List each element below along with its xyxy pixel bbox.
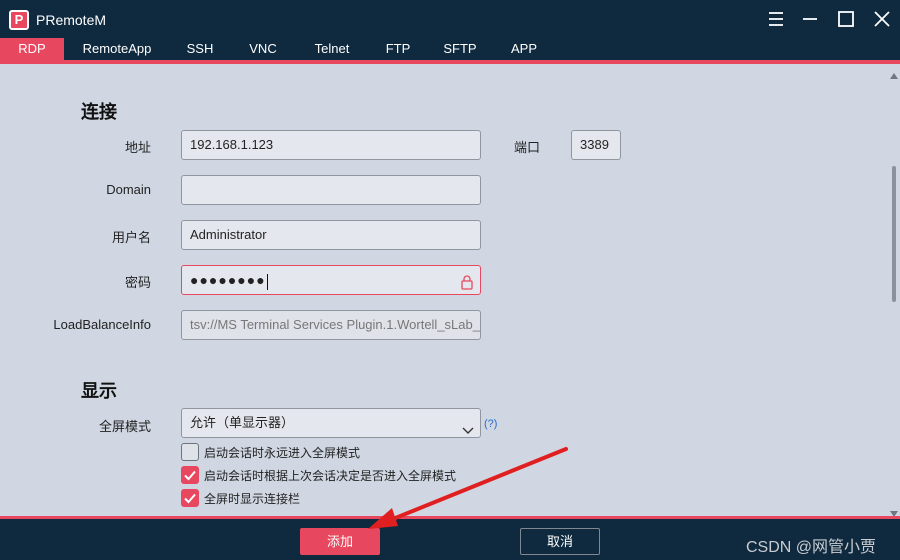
cancel-button[interactable]: 取消 bbox=[520, 528, 600, 555]
port-input[interactable]: 3389 bbox=[571, 130, 621, 160]
tab-remoteapp[interactable]: RemoteApp bbox=[72, 38, 162, 60]
minimize-icon[interactable] bbox=[796, 6, 824, 32]
tab-rdp[interactable]: RDP bbox=[0, 38, 64, 60]
scroll-down-icon[interactable] bbox=[890, 504, 898, 517]
tab-vnc[interactable]: VNC bbox=[240, 38, 286, 60]
app-title: PRemoteM bbox=[36, 12, 107, 28]
checkbox-always-fullscreen[interactable] bbox=[181, 443, 199, 461]
protocol-tab-bar: RDP RemoteApp SSH VNC Telnet FTP SFTP AP… bbox=[0, 38, 900, 64]
option-last-session-fullscreen-label: 启动会话时根据上次会话决定是否进入全屏模式 bbox=[204, 469, 457, 483]
checkbox-last-session-fullscreen[interactable] bbox=[181, 466, 199, 484]
address-label: 地址 bbox=[124, 140, 151, 155]
loadbalance-input[interactable]: tsv://MS Terminal Services Plugin.1.Wort… bbox=[181, 310, 481, 340]
footer-bar: 添加 取消 CSDN @网管小贾 bbox=[0, 516, 900, 560]
menu-icon[interactable] bbox=[762, 6, 790, 32]
chevron-down-icon bbox=[462, 418, 474, 434]
check-icon bbox=[184, 493, 196, 504]
vertical-scrollbar[interactable] bbox=[888, 64, 900, 517]
help-link[interactable]: (?) bbox=[484, 418, 497, 430]
section-title-connection: 连接 bbox=[81, 102, 117, 122]
checkbox-show-connection-bar[interactable] bbox=[181, 489, 199, 507]
scrollbar-thumb[interactable] bbox=[892, 166, 896, 302]
password-mask: ●●●●●●●● bbox=[190, 272, 266, 288]
password-label: 密码 bbox=[124, 275, 151, 290]
tab-app[interactable]: APP bbox=[502, 38, 546, 60]
tab-sftp[interactable]: SFTP bbox=[436, 38, 484, 60]
scroll-up-icon[interactable] bbox=[890, 66, 898, 79]
fullscreen-mode-label: 全屏模式 bbox=[98, 419, 151, 434]
fullscreen-mode-value: 允许（单显示器） bbox=[190, 415, 295, 430]
username-input[interactable]: Administrator bbox=[181, 220, 481, 250]
lock-icon[interactable] bbox=[460, 272, 474, 290]
app-logo: P bbox=[9, 10, 29, 30]
loadbalance-label: LoadBalanceInfo bbox=[53, 317, 151, 332]
tab-ssh[interactable]: SSH bbox=[178, 38, 222, 60]
fullscreen-mode-select[interactable]: 允许（单显示器） bbox=[181, 408, 481, 438]
password-input[interactable]: ●●●●●●●● bbox=[181, 265, 481, 295]
domain-label: Domain bbox=[106, 182, 151, 197]
domain-input[interactable] bbox=[181, 175, 481, 205]
close-icon[interactable] bbox=[868, 6, 896, 32]
username-label: 用户名 bbox=[111, 230, 151, 245]
title-bar: P PRemoteM bbox=[0, 0, 900, 38]
watermark: CSDN @网管小贾 bbox=[746, 539, 877, 556]
text-caret bbox=[266, 273, 268, 290]
tab-ftp[interactable]: FTP bbox=[378, 38, 418, 60]
check-icon bbox=[184, 470, 196, 481]
settings-panel: 连接 地址 192.168.1.123 端口 3389 Domain 用户名 A… bbox=[0, 64, 900, 516]
port-label: 端口 bbox=[513, 140, 540, 155]
add-button[interactable]: 添加 bbox=[300, 528, 380, 555]
section-title-display: 显示 bbox=[81, 381, 117, 401]
option-always-fullscreen-label: 启动会话时永远进入全屏模式 bbox=[204, 446, 361, 460]
tab-telnet[interactable]: Telnet bbox=[304, 38, 360, 60]
option-show-connection-bar-label: 全屏时显示连接栏 bbox=[204, 492, 301, 506]
maximize-icon[interactable] bbox=[832, 6, 860, 32]
